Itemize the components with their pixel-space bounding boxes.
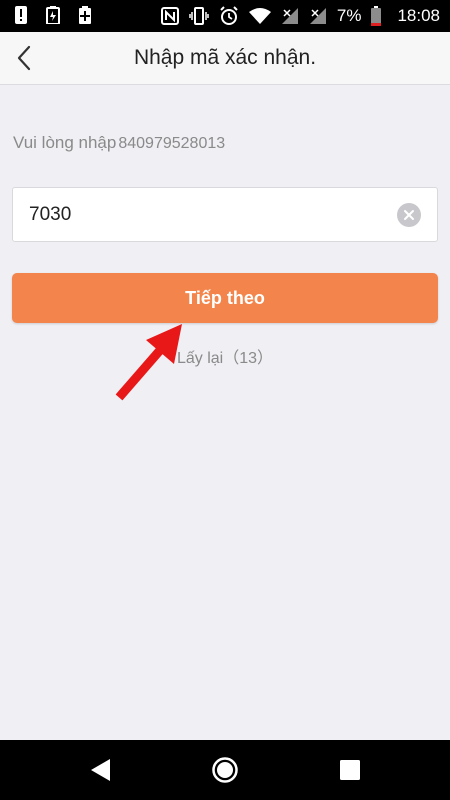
status-left-icons (14, 6, 92, 24)
hint-label: Vui lòng nhập (13, 133, 117, 152)
page-title: Nhập mã xác nhận. (133, 46, 317, 69)
clear-button[interactable] (397, 203, 421, 227)
verification-code-input[interactable] (29, 188, 389, 241)
instruction-text: Vui lòng nhập 840979528013 (13, 133, 225, 153)
nav-home-icon[interactable] (211, 756, 239, 784)
verification-code-field (12, 187, 438, 242)
nfc-icon (160, 7, 179, 25)
vibrate-icon (189, 7, 209, 25)
annotation-arrow-icon (115, 324, 182, 401)
clear-icon (404, 210, 414, 220)
system-nav-bar (0, 740, 450, 800)
signal-icon (281, 8, 298, 24)
plus-icon (79, 6, 91, 24)
next-button[interactable]: Tiếp theo (12, 273, 438, 323)
resend-code-link[interactable]: Lấy lại（13） (0, 344, 450, 368)
battery-saver-icon (46, 6, 60, 24)
wifi-icon (248, 8, 271, 24)
clock: 18:08 (397, 6, 440, 25)
status-bar: 7% 18:08 (0, 0, 450, 32)
battery-percent: 7% (336, 6, 362, 25)
alarm-icon (220, 6, 238, 25)
nav-recents-icon[interactable] (338, 758, 362, 782)
signal-icon (309, 8, 326, 24)
alert-icon (15, 6, 27, 24)
nav-back-icon[interactable] (88, 757, 114, 783)
phone-number: 840979528013 (118, 135, 226, 152)
battery-icon (371, 6, 382, 26)
status-right-icons: 7% 18:08 (160, 0, 440, 32)
app-header: Nhập mã xác nhận. (0, 32, 450, 85)
